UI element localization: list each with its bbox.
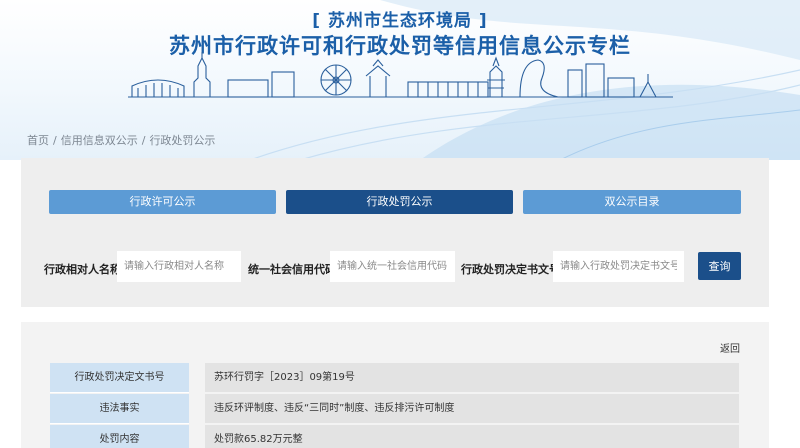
detail-value: 违反环评制度、违反“三同时”制度、违反排污许可制度 [205,394,739,424]
bureau-name: [ 苏州市生态环境局 ] [312,11,488,31]
detail-row: 违法事实 违反环评制度、违反“三同时”制度、违反排污许可制度 [50,394,739,424]
counterparty-name-label: 行政相对人名称 [44,263,121,276]
breadcrumb-separator: / [53,134,57,147]
tab-administrative-permit[interactable]: 行政许可公示 [49,190,276,214]
tab-administrative-penalty[interactable]: 行政处罚公示 [286,190,513,214]
breadcrumb-home[interactable]: 首页 [27,134,49,147]
detail-panel: 返回 行政处罚决定文书号 苏环行罚字［2023］09第19号 违法事实 违反环评… [21,322,769,448]
query-button[interactable]: 查询 [698,252,741,280]
credit-code-input[interactable] [330,251,455,282]
detail-value: 苏环行罚字［2023］09第19号 [205,363,739,393]
detail-label: 违法事实 [50,394,189,424]
counterparty-name-input[interactable] [117,251,241,282]
suzhou-skyline-icon [128,52,673,98]
breadcrumb-current[interactable]: 行政处罚公示 [149,134,215,147]
search-panel: 行政许可公示 行政处罚公示 双公示目录 行政相对人名称 统一社会信用代码 行政处… [21,158,769,307]
credit-code-label: 统一社会信用代码 [248,263,336,276]
breadcrumb-dual-disclosure[interactable]: 信用信息双公示 [61,134,138,147]
breadcrumb-separator: / [141,134,146,147]
detail-row: 行政处罚决定文书号 苏环行罚字［2023］09第19号 [50,363,739,393]
breadcrumb: 首页 / 信用信息双公示 / 行政处罚公示 [27,132,215,148]
decision-number-label: 行政处罚决定书文号 [461,263,560,276]
detail-label: 处罚内容 [50,425,189,448]
tab-disclosure-catalog[interactable]: 双公示目录 [523,190,741,214]
back-link[interactable]: 返回 [720,340,740,355]
detail-value: 处罚款65.82万元整 [205,425,739,448]
detail-row: 处罚内容 处罚款65.82万元整 [50,425,739,448]
detail-label: 行政处罚决定文书号 [50,363,189,393]
decision-number-input[interactable] [553,251,684,282]
